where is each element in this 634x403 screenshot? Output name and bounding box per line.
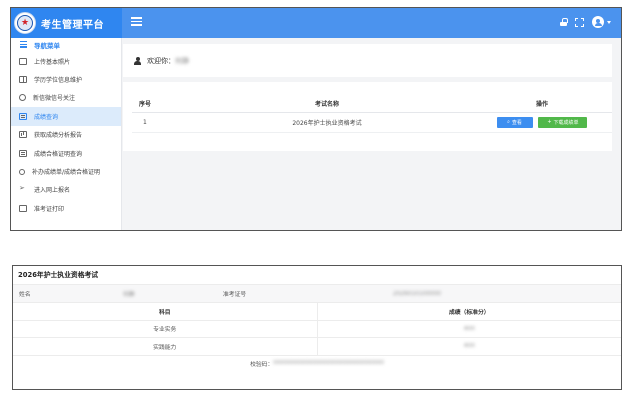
sidebar-item-online-registration[interactable]: 进入网上报名	[11, 181, 121, 199]
app-title: 考生管理平台	[41, 19, 104, 31]
subject-header: 科目	[13, 303, 318, 321]
sidebar-item-score-query[interactable]: 成绩查询	[11, 107, 121, 126]
sidebar-item-label: 准考证打印	[34, 205, 65, 213]
star-icon: ★	[17, 15, 33, 31]
chevron-down-icon[interactable]	[607, 20, 611, 24]
row-index: 1	[132, 112, 182, 133]
brand-bar: ★ 考生管理平台	[11, 8, 122, 38]
score-cell: 400	[317, 320, 621, 338]
sidebar: 导航菜单 上传基本照片 学历学位信息维护 新信微信号关注 成绩查询 获取成绩分析…	[11, 38, 122, 230]
user-avatar-icon[interactable]	[592, 16, 604, 28]
score-cell: 400	[317, 337, 621, 356]
view-button[interactable]: ⌕ 查看	[496, 116, 533, 128]
score-title: 2026年护士执业资格考试	[13, 266, 621, 285]
sidebar-item-label: 补办成绩单/成绩合格证明	[32, 169, 101, 177]
sidebar-item-education-info[interactable]: 学历学位信息维护	[11, 70, 121, 88]
verify-value: 000000000000000000000000000000	[273, 360, 384, 366]
score-header: 成绩（标准分）	[317, 303, 621, 321]
subject-cell: 专业实务	[13, 320, 318, 338]
file-icon	[19, 149, 27, 157]
search-icon	[19, 168, 25, 175]
sidebar-item-label: 成绩合格证明查询	[34, 150, 83, 158]
image-icon	[19, 204, 27, 212]
score-header-row: 科目 成绩（标准分）	[13, 303, 621, 321]
subject-cell: 实践能力	[13, 337, 318, 356]
table-row: 专业实务 400	[13, 320, 621, 338]
menu-toggle-icon[interactable]	[131, 17, 142, 26]
ticket-value: 2026010100000	[393, 290, 441, 297]
sidebar-item-admission-ticket[interactable]: 准考证打印	[11, 199, 121, 217]
row-exam-name: 2026年护士执业资格考试	[182, 112, 472, 133]
view-button-label: 查看	[511, 119, 522, 126]
verify-label: 校验码：	[250, 361, 274, 368]
welcome-label: 欢迎你：	[147, 56, 175, 65]
sidebar-item-label: 进入网上报名	[34, 187, 71, 195]
sidebar-item-label: 成绩查询	[34, 113, 59, 121]
verify-code-row: 校验码： 000000000000000000000000000000	[13, 356, 621, 371]
exam-list-card: 序号 考试名称 操作 1 2026年护士执业资格考试 ⌕ 查看 + 下载成绩单	[123, 82, 612, 151]
search-icon: ⌕	[507, 119, 510, 125]
nav-header: 导航菜单	[11, 38, 121, 52]
candidate-info-row: 姓名 何静 准考证号 2026010100000	[13, 285, 621, 303]
ticket-label: 准考证号	[223, 292, 247, 298]
sidebar-item-upload-photo[interactable]: 上传基本照片	[11, 52, 121, 70]
score-report-panel: 2026年护士执业资格考试 姓名 何静 准考证号 2026010100000 科…	[12, 265, 622, 390]
download-button-label: 下载成绩单	[553, 119, 579, 126]
name-value: 何静	[123, 292, 135, 298]
sidebar-item-label: 获取成绩分析报告	[34, 132, 83, 140]
name-label: 姓名	[19, 292, 31, 298]
row-actions: ⌕ 查看 + 下载成绩单	[472, 112, 612, 133]
top-bar	[122, 8, 621, 38]
sidebar-item-wechat-follow[interactable]: 新信微信号关注	[11, 89, 121, 107]
fullscreen-icon[interactable]	[575, 17, 584, 27]
score-value: 400	[463, 325, 475, 332]
sidebar-item-label: 新信微信号关注	[33, 95, 76, 103]
file-icon	[19, 112, 27, 120]
menu-icon	[20, 40, 27, 49]
sidebar-item-label: 上传基本照片	[34, 58, 71, 66]
table-row: 实践能力 400	[13, 337, 621, 356]
welcome-panel: 欢迎你： 何静	[123, 44, 612, 77]
user-icon	[134, 56, 141, 65]
plus-icon: +	[547, 119, 552, 125]
image-icon	[19, 57, 27, 65]
lock-icon[interactable]	[560, 18, 568, 26]
sidebar-item-certificate-query[interactable]: 成绩合格证明查询	[11, 144, 121, 162]
welcome-username: 何静	[175, 56, 189, 65]
logo: ★	[14, 12, 36, 34]
table-header-row: 序号 考试名称 操作	[132, 96, 612, 113]
col-exam-name-header: 考试名称	[182, 96, 472, 113]
people-icon	[19, 94, 26, 102]
sidebar-item-reissue[interactable]: 补办成绩单/成绩合格证明	[11, 162, 121, 180]
table-row: 1 2026年护士执业资格考试 ⌕ 查看 + 下载成绩单	[132, 112, 612, 133]
exam-table: 序号 考试名称 操作 1 2026年护士执业资格考试 ⌕ 查看 + 下载成绩单	[132, 96, 612, 133]
sidebar-item-score-report[interactable]: 获取成绩分析报告	[11, 126, 121, 144]
col-actions-header: 操作	[472, 96, 612, 113]
report-icon	[19, 131, 27, 139]
arrow-icon	[19, 184, 27, 193]
download-score-button[interactable]: + 下载成绩单	[538, 116, 588, 128]
col-index-header: 序号	[132, 96, 182, 113]
sidebar-item-label: 学历学位信息维护	[34, 77, 83, 85]
book-icon	[19, 76, 27, 84]
nav-header-label: 导航菜单	[34, 42, 60, 50]
top-toolbar	[560, 16, 611, 28]
score-value: 400	[463, 343, 475, 350]
score-table: 科目 成绩（标准分） 专业实务 400 实践能力 400	[13, 303, 621, 356]
